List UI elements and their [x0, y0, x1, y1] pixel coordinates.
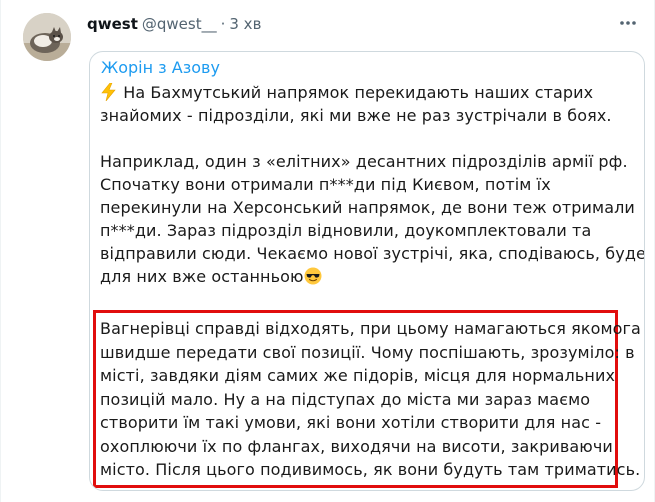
text-line: відправили сюди. Чекаємо нової зустрічі,…: [100, 244, 645, 263]
tweet-card[interactable]: qwest @qwest__ · 3 хв Жорін з Азову На Б…: [0, 0, 655, 502]
text-line-content: для них вже останньою: [100, 267, 304, 286]
text-line: створити їм такі умови, які вони хотіли …: [100, 413, 602, 432]
text-line: п***ди. Зараз підрозділ відновили, доуко…: [100, 221, 592, 240]
quoted-post[interactable]: Жорін з Азову На Бахмутський напрямок пе…: [89, 51, 645, 491]
separator-dot: ·: [220, 15, 226, 33]
text-line: для них вже останньою: [100, 265, 620, 288]
timestamp[interactable]: 3 хв: [229, 14, 261, 34]
text-line: місто. Після цього подивимось, як вони б…: [100, 460, 641, 479]
author-handle[interactable]: @qwest__: [142, 14, 217, 34]
avatar-image: [23, 13, 71, 61]
author-name[interactable]: qwest: [87, 14, 138, 34]
avatar[interactable]: [23, 13, 71, 61]
text-line-content: На Бахмутський напрямок перекидають наши…: [123, 83, 594, 102]
paragraph-1: На Бахмутський напрямок перекидають наши…: [100, 81, 620, 127]
text-line: Наприклад, один з «елітних» десантних пі…: [100, 152, 628, 171]
text-line: знайомих - підрозділи, які ми вже не раз…: [100, 106, 612, 125]
text-line: місті, завдяки діям самих же підорів, мі…: [100, 366, 616, 385]
text-line: Вагнерівці справді відходять, при цьому …: [100, 319, 641, 338]
post-text: На Бахмутський напрямок перекидають наши…: [100, 81, 645, 288]
text-line: швидше передати свої позиції. Чому поспі…: [100, 342, 635, 362]
tweet-header: qwest @qwest__ · 3 хв: [87, 14, 261, 34]
sunglasses-emoji-icon: [304, 267, 322, 285]
lightning-emoji-icon: [101, 83, 116, 101]
text-line: перекинули на Херсонський напрямок, де в…: [100, 198, 635, 217]
more-options-icon[interactable]: [616, 13, 640, 33]
highlighted-text: Вагнерівці справді відходять, при цьому …: [100, 317, 641, 482]
text-line: На Бахмутський напрямок перекидають наши…: [100, 81, 620, 104]
ellipsis-icon: [620, 21, 636, 25]
text-line: охоплюючи їх по флангах, виходячи на вис…: [100, 436, 613, 456]
paragraph-2: Наприклад, один з «елітних» десантних пі…: [100, 150, 645, 288]
channel-name[interactable]: Жорін з Азову: [101, 57, 220, 79]
text-line: Спочатку вони отримали п***ди під Києвом…: [100, 175, 551, 194]
text-line: позицій мало. Ну а на підступах до міста…: [100, 389, 591, 409]
